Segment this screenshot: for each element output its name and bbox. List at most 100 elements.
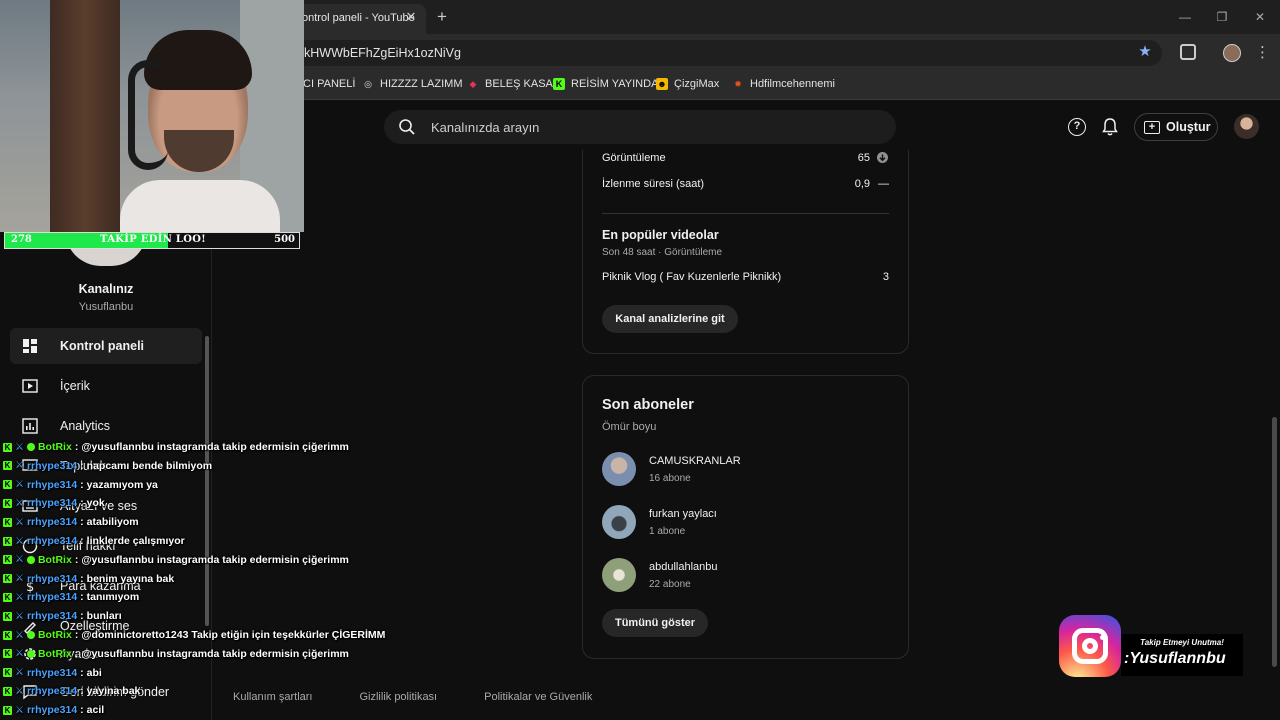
chat-username[interactable]: rrhype314: [27, 573, 77, 585]
create-button[interactable]: + Oluştur: [1134, 113, 1218, 141]
chat-message: K ⚔ rrhype314: yayına bak: [3, 682, 140, 700]
subscriber-avatar[interactable]: [602, 505, 636, 539]
footer-link-privacy[interactable]: Gizlilik politikası: [359, 691, 437, 703]
webcam-overlay: [0, 0, 304, 232]
subscriber-name[interactable]: CAMUSKRANLAR: [649, 455, 741, 467]
chat-message: K ⚔ rrhype314: bunları: [3, 607, 122, 625]
kick-badge-icon: K: [3, 649, 12, 659]
recent-subscribers-period: Ömür boyu: [602, 421, 657, 433]
channel-handle: Yusuflanbu: [78, 301, 134, 313]
dashboard-icon: [23, 339, 37, 353]
bookmark-item[interactable]: ◎ HIZZZZ LAZIMM: [362, 76, 462, 92]
trend-down-icon: [877, 152, 888, 163]
kick-badge-icon: K: [3, 705, 12, 715]
address-bar[interactable]: kHWWbEFhZgEiHx1ozNiVg: [292, 40, 1162, 66]
chat-username[interactable]: BotRix: [38, 441, 72, 453]
bookmark-item[interactable]: K REİSİM YAYINDA: [553, 76, 658, 92]
browser-profile-avatar[interactable]: [1223, 44, 1241, 62]
views-metric-value: 65: [857, 152, 870, 164]
tab-close-icon[interactable]: ✕: [403, 9, 419, 25]
chat-separator: :: [80, 666, 84, 679]
moderator-sword-icon: ⚔: [15, 704, 24, 716]
account-avatar[interactable]: [1234, 114, 1259, 139]
watch-time-metric-value: 0,9: [854, 178, 870, 190]
popular-video-title[interactable]: Piknik Vlog ( Fav Kuzenlerle Piknikk): [602, 271, 781, 283]
bookmark-favicon-icon: ◎: [364, 79, 372, 89]
bookmark-item[interactable]: ☻ ÇizgiMax: [656, 76, 719, 92]
bookmark-item[interactable]: ICI PANELİ: [300, 76, 355, 92]
chat-username[interactable]: rrhype314: [27, 610, 77, 622]
webcam-background-door: [50, 0, 120, 232]
subscriber-name[interactable]: furkan yaylacı: [649, 508, 717, 520]
bookmark-item[interactable]: ◆ BELEŞ KASA: [467, 76, 553, 92]
chat-username[interactable]: rrhype314: [27, 685, 77, 697]
bookmark-item[interactable]: ✹ Hdfilmcehennemi: [732, 76, 835, 92]
chat-text: bunları: [86, 610, 122, 623]
chat-username[interactable]: rrhype314: [27, 497, 77, 509]
chat-text: benim yayına bak: [86, 572, 175, 585]
window-close-button[interactable]: ✕: [1251, 8, 1269, 26]
chat-username[interactable]: rrhype314: [27, 591, 77, 603]
create-button-label: Oluştur: [1166, 120, 1211, 134]
chat-text: yok: [86, 497, 105, 510]
subscriber-count: 16 abone: [649, 473, 691, 484]
chat-username[interactable]: BotRix: [38, 629, 72, 641]
window-minimize-button[interactable]: —: [1176, 8, 1194, 26]
footer-link-terms[interactable]: Kullanım şartları: [233, 691, 312, 703]
chat-separator: :: [80, 591, 84, 604]
chat-message: K ⚔ rrhype314: napcamı bende bilmiyom: [3, 457, 212, 475]
chat-separator: :: [80, 516, 84, 529]
chat-message: K ⚔ rrhype314: tanımıyom: [3, 588, 139, 606]
bookmark-star-icon[interactable]: ★: [1137, 44, 1153, 60]
chat-text: linklerde çalışmıyor: [86, 535, 185, 547]
chat-message: K ⚔ rrhype314: yok: [3, 494, 105, 512]
chat-separator: :: [74, 441, 79, 453]
moderator-sword-icon: ⚔: [15, 497, 24, 509]
sidebar-scrollbar[interactable]: [205, 336, 209, 626]
kick-badge-icon: K: [3, 498, 12, 508]
chat-username[interactable]: BotRix: [38, 554, 72, 566]
chat-username[interactable]: rrhype314: [27, 516, 77, 528]
subscriber-avatar[interactable]: [602, 452, 636, 486]
moderator-sword-icon: ⚔: [15, 573, 24, 585]
chat-username[interactable]: rrhype314: [27, 667, 77, 679]
chat-username[interactable]: rrhype314: [27, 479, 77, 491]
chat-username[interactable]: rrhype314: [27, 460, 77, 472]
footer-link-policies[interactable]: Politikalar ve Güvenlik: [484, 691, 592, 703]
moderator-sword-icon: ⚔: [15, 629, 24, 641]
subscriber-name[interactable]: abdullahlanbu: [649, 561, 718, 573]
chat-message: K ⚔ rrhype314: acil: [3, 701, 104, 719]
show-all-subscribers-button[interactable]: Tümünü göster: [602, 609, 708, 637]
sidebar-item-content[interactable]: İçerik: [10, 368, 202, 404]
moderator-sword-icon: ⚔: [15, 648, 24, 660]
moderator-sword-icon: ⚔: [15, 667, 24, 679]
views-metric-label: Görüntüleme: [602, 152, 666, 164]
new-tab-button[interactable]: +: [432, 7, 452, 27]
popular-video-views: 3: [882, 271, 889, 283]
chat-text: tanımıyom: [86, 591, 140, 604]
chat-message: K ⚔ BotRix: @dominictoretto1243 Takip etiği…: [3, 626, 385, 644]
chat-username[interactable]: rrhype314: [27, 535, 77, 547]
kick-badge-icon: K: [3, 517, 12, 527]
kick-badge-icon: K: [3, 686, 12, 696]
chat-text: @yusuflannbu instagramda takip edermisin…: [81, 647, 349, 660]
search-input[interactable]: [431, 117, 851, 137]
browser-menu-icon[interactable]: ⋮: [1255, 43, 1270, 63]
chat-separator: :: [80, 704, 84, 717]
chat-username[interactable]: rrhype314: [27, 704, 77, 716]
extensions-icon[interactable]: [1180, 44, 1196, 60]
chat-separator: :: [74, 553, 79, 566]
subscriber-avatar[interactable]: [602, 558, 636, 592]
help-icon[interactable]: ?: [1068, 118, 1086, 136]
subscriber-count: 1 abone: [649, 526, 686, 537]
moderator-sword-icon: ⚔: [15, 535, 24, 547]
window-maximize-button[interactable]: ❐: [1213, 8, 1231, 26]
chat-message: K ⚔ BotRix: @yusuflannbu instagramda takip …: [3, 645, 349, 663]
moderator-sword-icon: ⚔: [15, 685, 24, 697]
go-to-analytics-button[interactable]: Kanal analizlerine git: [602, 305, 738, 333]
sidebar-item-dashboard[interactable]: Kontrol paneli: [10, 328, 202, 364]
chat-username[interactable]: BotRix: [38, 648, 72, 660]
bookmark-favicon-icon: ✹: [734, 79, 742, 89]
main-scrollbar[interactable]: [1272, 417, 1277, 667]
notifications-bell-icon[interactable]: [1101, 117, 1119, 137]
